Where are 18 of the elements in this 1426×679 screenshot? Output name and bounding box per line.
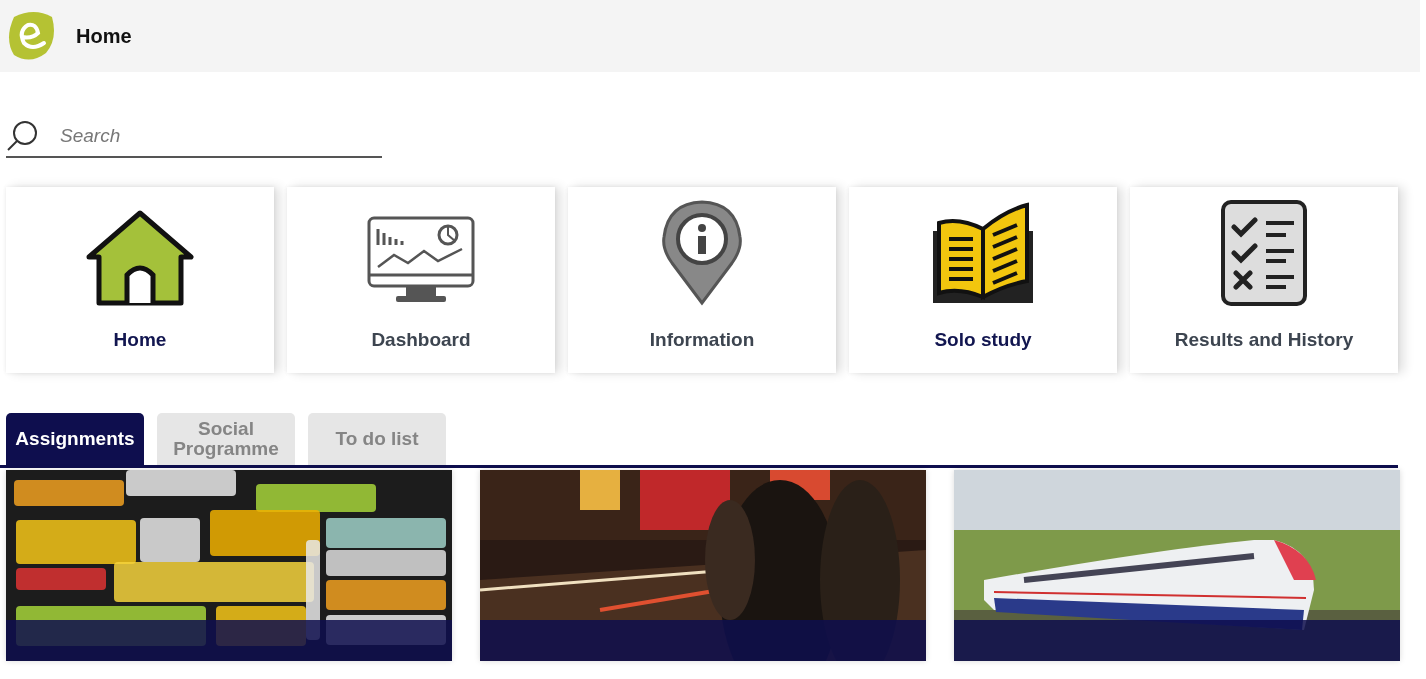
- info-pin-icon: [660, 199, 744, 307]
- tile-label: Solo study: [934, 329, 1032, 351]
- navigation-tile[interactable]: Solo study: [849, 187, 1117, 373]
- tile-label: Dashboard: [371, 329, 471, 351]
- search-field[interactable]: Search: [58, 124, 362, 148]
- house-icon: [85, 209, 195, 307]
- navigation-tile[interactable]: Dashboard: [287, 187, 555, 373]
- logo-icon: [6, 9, 56, 63]
- checklist-icon: [1220, 199, 1308, 307]
- navigation-tile[interactable]: Information: [568, 187, 836, 373]
- tile-label: Results and History: [1174, 329, 1354, 351]
- navigation-tile[interactable]: Results and History: [1130, 187, 1398, 373]
- tab[interactable]: Assignments: [6, 413, 144, 465]
- navigation-tile[interactable]: Home: [6, 187, 274, 373]
- tile-label: Home: [113, 329, 167, 351]
- tile-label: Information: [649, 329, 755, 351]
- search-icon: [6, 120, 40, 152]
- page-title: Home: [76, 24, 132, 48]
